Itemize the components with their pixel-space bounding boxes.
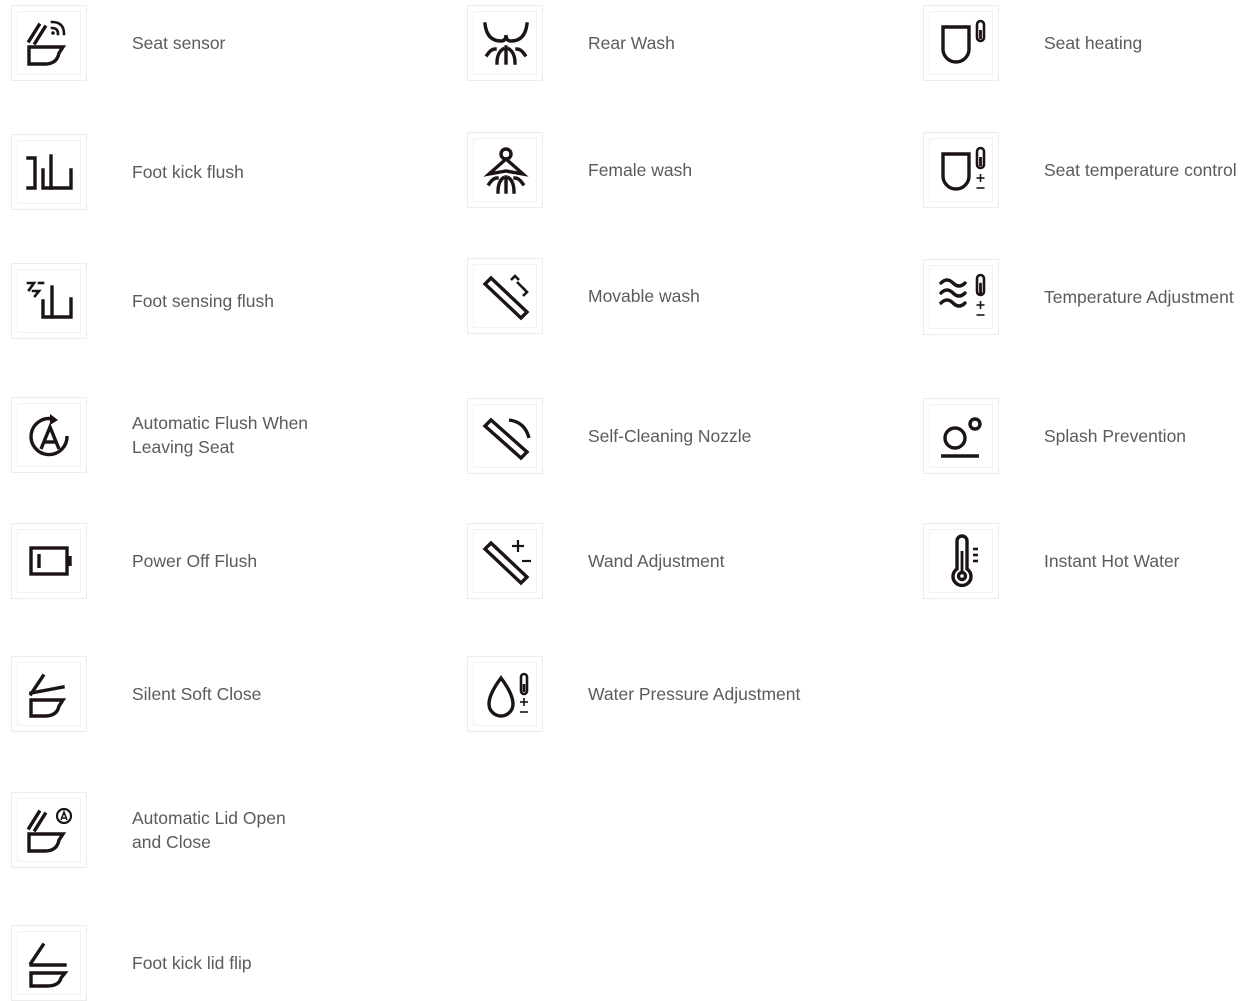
feature-label: Power Off Flush (132, 551, 258, 571)
feature-label: Water Pressure Adjustment (588, 684, 801, 704)
thermometer-icon (923, 523, 999, 599)
foot-sensing-flush-icon (11, 263, 87, 339)
feature-label: Temperature Adjustment (1044, 287, 1234, 307)
feature-label: Movable wash (588, 286, 700, 306)
auto-lid-icon (11, 792, 87, 868)
seat-heating-icon (923, 5, 999, 81)
feature-label: Seat temperature control (1044, 160, 1237, 180)
feature-label: Instant Hot Water (1044, 551, 1180, 571)
feature-label: Wand Adjustment (588, 551, 725, 571)
lid-flip-icon (11, 925, 87, 1001)
feature-icon-sheet: { "features": { "seat_sensor": {"label":… (0, 0, 1258, 1001)
feature-label: Silent Soft Close (132, 684, 262, 704)
wand-adjustment-icon (467, 523, 543, 599)
water-pressure-icon (467, 656, 543, 732)
feature-label: Seat heating (1044, 33, 1143, 53)
feature-label: Self-Cleaning Nozzle (588, 426, 752, 446)
feature-label: Foot kick lid flip (132, 953, 252, 973)
feature-label: Splash Prevention (1044, 426, 1187, 446)
feature-label: Rear Wash (588, 33, 675, 53)
foot-kick-flush-icon (11, 134, 87, 210)
feature-label: Automatic Lid Open and Close (132, 808, 286, 852)
self-cleaning-nozzle-icon (467, 398, 543, 474)
soft-close-icon (11, 656, 87, 732)
temperature-adjustment-icon (923, 259, 999, 335)
seat-sensor-icon (11, 5, 87, 81)
female-wash-icon (467, 132, 543, 208)
auto-flush-icon (11, 397, 87, 473)
feature-label: Foot sensing flush (132, 291, 275, 311)
splash-prevention-icon (923, 398, 999, 474)
feature-label: Female wash (588, 160, 693, 180)
rear-wash-icon (467, 5, 543, 81)
movable-wash-icon (467, 258, 543, 334)
feature-label: Seat sensor (132, 33, 226, 53)
feature-label: Foot kick flush (132, 162, 244, 182)
feature-label: Automatic Flush When Leaving Seat (132, 413, 309, 457)
seat-temperature-icon (923, 132, 999, 208)
battery-icon (11, 523, 87, 599)
